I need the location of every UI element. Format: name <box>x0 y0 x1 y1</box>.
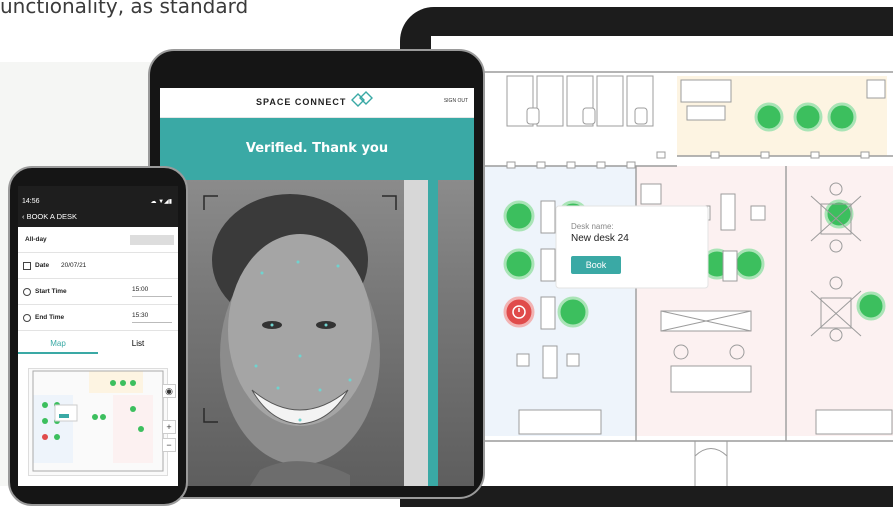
logo-mark-icon <box>351 91 373 107</box>
clock-icon <box>23 288 31 296</box>
sign-out-link[interactable]: SIGN OUT <box>444 98 468 104</box>
start-time-row[interactable]: Start Time 15:00 <box>18 279 178 305</box>
mini-floor-plan[interactable] <box>28 368 168 476</box>
all-day-row: All-day <box>18 227 178 253</box>
zoom-out-button[interactable]: − <box>162 438 176 452</box>
date-value[interactable]: 20/07/21 <box>61 262 86 269</box>
headline-text: unctionality, as standard <box>0 0 249 18</box>
date-label: Date <box>35 262 50 269</box>
status-time: 14:56 <box>22 198 40 205</box>
status-icons: ☁ ▼◢▮ <box>150 199 172 205</box>
clock-icon <box>23 314 31 322</box>
verified-banner: Verified. Thank you <box>160 118 474 180</box>
status-bar: 14:56 ☁ ▼◢▮ <box>18 186 178 214</box>
start-time-label: Start Time <box>35 288 67 295</box>
calendar-icon <box>23 262 31 270</box>
mini-map <box>32 370 164 472</box>
laptop-floorplan-screen: Desk name: New desk 24 Book <box>431 36 893 486</box>
phone-screen: 14:56 ☁ ▼◢▮ ‹ BOOK A DESK All-day Date 2… <box>18 186 178 486</box>
all-day-label: All-day <box>25 236 47 243</box>
face-photo <box>160 180 474 486</box>
tablet-header: SPACE CONNECT SIGN OUT <box>160 88 474 118</box>
eye-toggle-icon[interactable]: ◉ <box>162 384 176 398</box>
start-time-value[interactable]: 15:00 <box>132 286 172 297</box>
end-time-row[interactable]: End Time 15:30 <box>18 305 178 331</box>
zoom-in-button[interactable]: + <box>162 420 176 434</box>
tablet-screen: SPACE CONNECT SIGN OUT Verified. Thank y… <box>160 88 474 486</box>
end-time-value[interactable]: 15:30 <box>132 312 172 323</box>
desk-popup: Desk name: New desk 24 Book <box>556 206 708 288</box>
all-day-toggle[interactable] <box>130 235 174 245</box>
tab-map[interactable]: Map <box>18 339 98 354</box>
date-row[interactable]: Date 20/07/21 <box>18 253 178 279</box>
view-tabs: Map List <box>18 331 178 355</box>
desk-popup-desk-name: New desk 24 <box>571 233 629 244</box>
face-illustration <box>203 180 438 486</box>
desk-popup-label: Desk name: <box>571 222 614 231</box>
tab-list[interactable]: List <box>98 339 178 348</box>
end-time-label: End Time <box>35 314 65 321</box>
space-connect-logo: SPACE CONNECT <box>256 97 347 107</box>
book-button[interactable]: Book <box>571 256 621 274</box>
